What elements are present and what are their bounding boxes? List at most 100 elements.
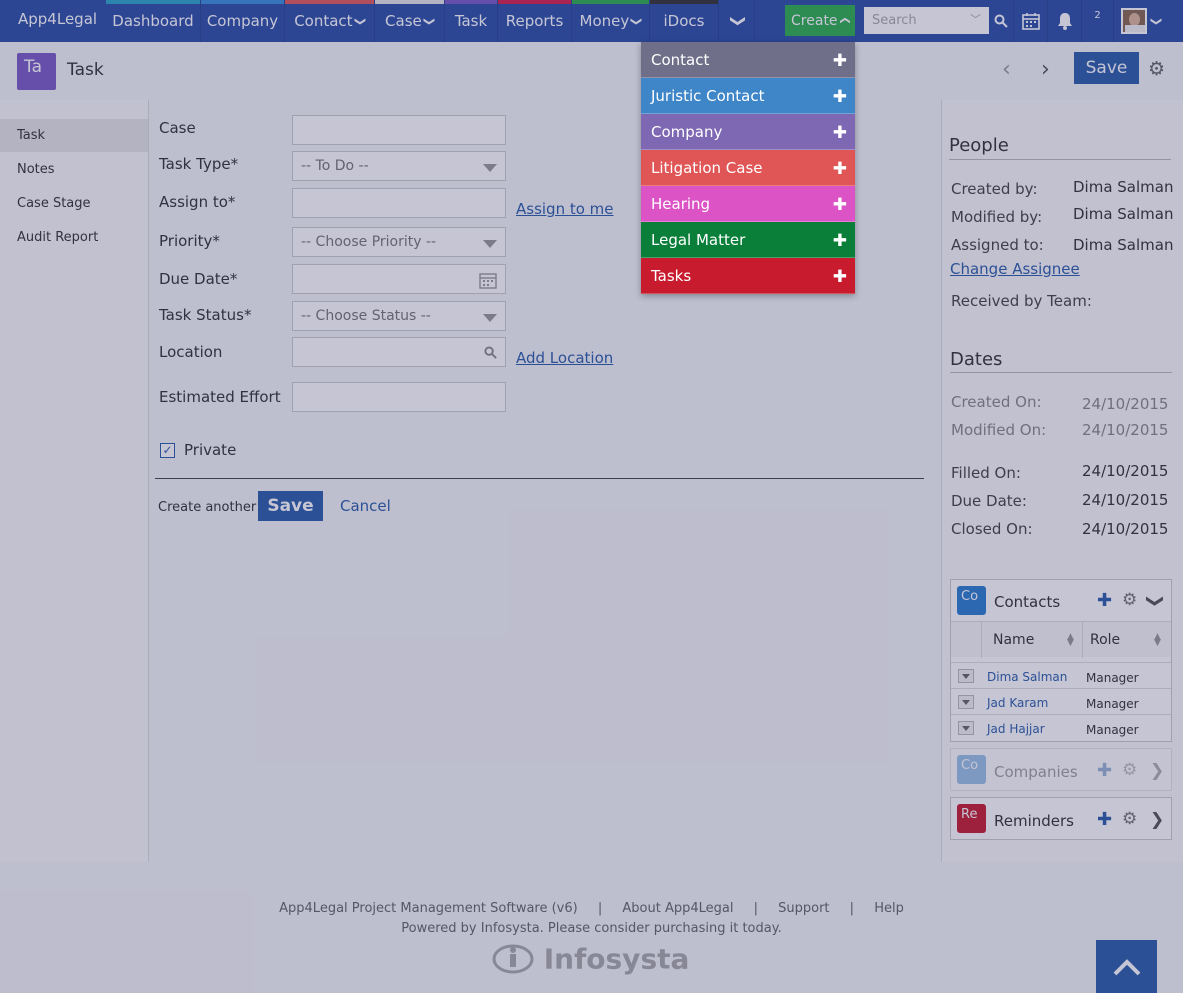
footer-about-link[interactable]: About App4Legal bbox=[622, 901, 733, 916]
next-arrow-icon[interactable]: › bbox=[1041, 57, 1050, 82]
footer-help-link[interactable]: Help bbox=[874, 901, 904, 916]
row-menu-dropdown[interactable] bbox=[958, 669, 974, 683]
sort-icon[interactable]: ▲ ▼ bbox=[1154, 633, 1161, 648]
assign-to-me-link[interactable]: Assign to me bbox=[516, 200, 614, 218]
gear-icon[interactable]: ⚙ bbox=[1122, 590, 1137, 610]
plus-icon: ✚ bbox=[832, 231, 847, 251]
gear-icon[interactable]: ⚙ bbox=[1122, 760, 1137, 780]
sidebar-item-audit-report[interactable]: Audit Report bbox=[0, 221, 148, 254]
create-menu-item-legal-matter[interactable]: Legal Matter ✚ bbox=[641, 222, 855, 258]
assign-to-input[interactable] bbox=[292, 188, 506, 218]
dropdown-arrow-icon bbox=[483, 164, 497, 172]
scroll-to-top-button[interactable] bbox=[1096, 940, 1157, 993]
role-column-header[interactable]: Role bbox=[1090, 632, 1120, 648]
column-divider bbox=[1082, 622, 1083, 658]
nav-company[interactable]: Company bbox=[201, 0, 285, 42]
chevron-down-icon[interactable]: ❯ bbox=[1145, 594, 1165, 608]
search-icon[interactable] bbox=[989, 0, 1012, 42]
name-column-header[interactable]: Name bbox=[993, 632, 1034, 648]
created-on-label: Created On: bbox=[951, 393, 1042, 411]
add-contact-plus-icon[interactable]: ✚ bbox=[1097, 590, 1112, 611]
nav-task[interactable]: Task bbox=[445, 0, 498, 42]
add-location-link[interactable]: Add Location bbox=[516, 349, 613, 367]
table-row[interactable]: Jad Karam Manager bbox=[951, 688, 1171, 714]
nav-label: Company bbox=[206, 12, 279, 30]
create-another-label[interactable]: Create another bbox=[158, 500, 256, 515]
bell-icon[interactable] bbox=[1047, 0, 1081, 42]
footer-separator: | bbox=[597, 901, 603, 916]
filled-on-label: Filled On: bbox=[951, 464, 1021, 482]
row-menu-dropdown[interactable] bbox=[958, 721, 974, 735]
avatar-shirt-shape bbox=[1124, 25, 1145, 32]
sidebar-item-case-stage[interactable]: Case Stage bbox=[0, 187, 148, 220]
contact-name-link[interactable]: Jad Hajjar bbox=[987, 722, 1045, 736]
create-menu-item-hearing[interactable]: Hearing ✚ bbox=[641, 186, 855, 222]
menu-item-label: Legal Matter bbox=[651, 230, 746, 249]
nav-more[interactable]: ❯ bbox=[719, 0, 755, 42]
create-menu-item-litigation-case[interactable]: Litigation Case ✚ bbox=[641, 150, 855, 186]
nav-accent-bar bbox=[445, 0, 497, 4]
footer-software-link[interactable]: App4Legal Project Management Software (v… bbox=[279, 901, 578, 916]
chevron-right-icon[interactable]: ❯ bbox=[1150, 810, 1164, 830]
case-input[interactable] bbox=[292, 115, 506, 145]
contact-role: Manager bbox=[1086, 697, 1139, 711]
create-dropdown-menu: Contact ✚ Juristic Contact ✚ Company ✚ Liti… bbox=[641, 42, 855, 294]
nav-reports[interactable]: Reports bbox=[498, 0, 572, 42]
create-button[interactable]: Create ❯ bbox=[785, 5, 855, 36]
user-menu[interactable]: ❯ bbox=[1113, 0, 1168, 42]
table-row[interactable]: Jad Hajjar Manager bbox=[951, 714, 1171, 740]
reminders-panel: Re Reminders ✚ ⚙ ❯ bbox=[950, 797, 1172, 840]
change-assignee-link[interactable]: Change Assignee bbox=[950, 260, 1080, 278]
column-divider bbox=[981, 622, 982, 658]
nav-money[interactable]: Money ❯ bbox=[572, 0, 650, 42]
task-status-select[interactable]: -- Choose Status -- bbox=[292, 301, 506, 331]
previous-arrow-icon[interactable]: ‹ bbox=[1002, 57, 1011, 82]
gear-icon[interactable]: ⚙ bbox=[1148, 58, 1165, 80]
priority-select[interactable]: -- Choose Priority -- bbox=[292, 227, 506, 257]
estimated-effort-input[interactable] bbox=[292, 382, 506, 412]
add-reminder-plus-icon[interactable]: ✚ bbox=[1097, 809, 1112, 830]
nav-case[interactable]: Case ❯ bbox=[375, 0, 445, 42]
plus-icon: ✚ bbox=[832, 195, 847, 215]
row-menu-dropdown[interactable] bbox=[958, 695, 974, 709]
table-row[interactable]: Dima Salman Manager bbox=[951, 662, 1171, 688]
create-menu-item-company[interactable]: Company ✚ bbox=[641, 114, 855, 150]
location-label: Location bbox=[159, 343, 223, 361]
header-save-button[interactable]: Save bbox=[1074, 52, 1139, 84]
footer-separator: | bbox=[849, 901, 855, 916]
sidebar-item-task[interactable]: Task bbox=[0, 119, 148, 152]
contacts-panel: Co Contacts ✚ ⚙ ❯ Name ▲ ▼ Role ▲ ▼ Dima S… bbox=[950, 579, 1172, 742]
contact-name-link[interactable]: Jad Karam bbox=[987, 696, 1048, 710]
calendar-icon[interactable] bbox=[479, 271, 497, 289]
case-label: Case bbox=[159, 119, 196, 137]
nav-contact[interactable]: Contact ❯ bbox=[285, 0, 375, 42]
due-date-input[interactable] bbox=[292, 264, 506, 294]
calendar-icon[interactable] bbox=[1013, 0, 1047, 42]
plus-icon: ✚ bbox=[832, 87, 847, 107]
brand-logo[interactable]: App4Legal bbox=[0, 0, 106, 42]
companies-panel: Co Companies ✚ ⚙ ❯ bbox=[950, 748, 1172, 791]
search-input[interactable]: Search ﹀ bbox=[864, 7, 989, 34]
create-menu-item-juristic-contact[interactable]: Juristic Contact ✚ bbox=[641, 78, 855, 114]
task-type-select[interactable]: -- To Do -- bbox=[292, 151, 506, 181]
nav-dashboard[interactable]: Dashboard bbox=[106, 0, 201, 42]
sidebar-item-notes[interactable]: Notes bbox=[0, 153, 148, 186]
location-input[interactable] bbox=[292, 337, 506, 367]
gear-icon[interactable]: ⚙ bbox=[1122, 809, 1137, 829]
create-menu-item-tasks[interactable]: Tasks ✚ bbox=[641, 258, 855, 294]
footer-support-link[interactable]: Support bbox=[778, 901, 829, 916]
add-company-plus-icon[interactable]: ✚ bbox=[1097, 760, 1112, 781]
chevron-down-icon: ❯ bbox=[630, 16, 644, 26]
contact-name-link[interactable]: Dima Salman bbox=[987, 670, 1067, 684]
section-divider bbox=[950, 372, 1172, 373]
chevron-right-icon[interactable]: ❯ bbox=[1150, 761, 1164, 781]
nav-idocs[interactable]: iDocs bbox=[650, 0, 719, 42]
sort-icon[interactable]: ▲ ▼ bbox=[1067, 633, 1074, 648]
menu-item-label: Contact bbox=[651, 50, 710, 69]
private-checkbox[interactable]: ✓ bbox=[160, 443, 175, 458]
create-menu-item-contact[interactable]: Contact ✚ bbox=[641, 42, 855, 78]
notifications-count-badge[interactable]: 2 bbox=[1081, 0, 1113, 42]
cancel-link[interactable]: Cancel bbox=[340, 497, 391, 515]
due-date-label-right: Due Date: bbox=[951, 492, 1027, 510]
save-button[interactable]: Save bbox=[258, 491, 323, 521]
